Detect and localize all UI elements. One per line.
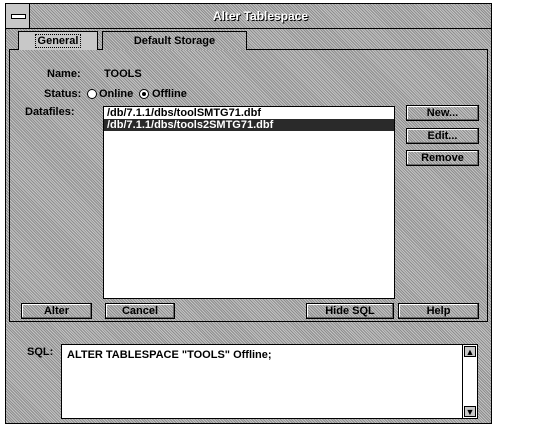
name-label: Name: bbox=[47, 68, 81, 80]
new-datafile-button[interactable]: New... bbox=[406, 105, 479, 121]
scroll-up-arrow-icon[interactable]: ▲ bbox=[464, 346, 476, 357]
datafiles-label: Datafiles: bbox=[25, 106, 75, 118]
window-title: Alter Tablespace bbox=[212, 9, 309, 23]
help-button[interactable]: Help bbox=[398, 303, 479, 319]
status-online-radio[interactable] bbox=[87, 89, 97, 99]
datafile-row-selected[interactable]: /db/7.1.1/dbs/tools2SMTG71.dbf bbox=[104, 119, 394, 131]
alter-button[interactable]: Alter bbox=[21, 303, 92, 319]
status-offline-radio[interactable] bbox=[139, 89, 149, 99]
name-value: TOOLS bbox=[104, 68, 142, 80]
remove-datafile-button[interactable]: Remove bbox=[406, 150, 479, 166]
sql-label: SQL: bbox=[27, 346, 54, 358]
edit-datafile-button[interactable]: Edit... bbox=[406, 128, 479, 144]
status-offline-label[interactable]: Offline bbox=[152, 88, 187, 100]
tab-general-label: General bbox=[34, 34, 82, 48]
sql-scrollbar[interactable]: ▲ ▼ bbox=[462, 345, 477, 418]
tab-general[interactable]: General bbox=[18, 31, 98, 50]
tab-default-storage[interactable]: Default Storage bbox=[102, 31, 247, 50]
datafile-row[interactable]: /db/7.1.1/dbs/toolSMTG71.dbf bbox=[104, 107, 394, 119]
system-menu-icon[interactable] bbox=[6, 4, 30, 28]
tab-default-storage-label: Default Storage bbox=[133, 35, 216, 47]
scroll-down-arrow-icon[interactable]: ▼ bbox=[464, 406, 476, 417]
alter-tablespace-dialog: Alter Tablespace General Default Storage… bbox=[5, 3, 492, 424]
status-label: Status: bbox=[44, 88, 82, 100]
status-online-label[interactable]: Online bbox=[99, 88, 133, 100]
datafiles-list[interactable]: /db/7.1.1/dbs/toolSMTG71.dbf /db/7.1.1/d… bbox=[103, 106, 395, 299]
title-bar[interactable]: Alter Tablespace bbox=[6, 4, 491, 29]
hide-sql-button[interactable]: Hide SQL bbox=[306, 303, 394, 319]
sql-text-area[interactable]: ALTER TABLESPACE "TOOLS" Offline; bbox=[61, 344, 478, 419]
sql-statement: ALTER TABLESPACE "TOOLS" Offline; bbox=[67, 349, 272, 361]
cancel-button[interactable]: Cancel bbox=[105, 303, 175, 319]
